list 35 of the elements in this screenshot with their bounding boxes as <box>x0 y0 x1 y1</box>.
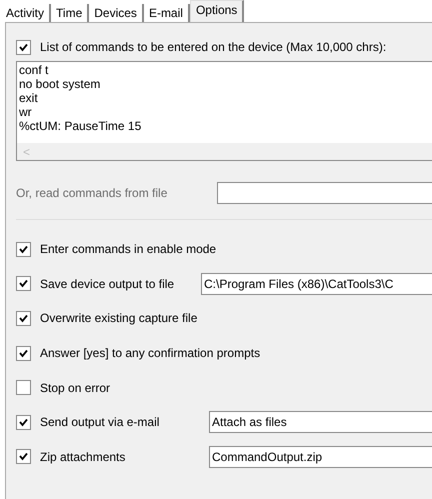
command-line: wr <box>19 105 33 119</box>
checkbox[interactable] <box>16 310 31 326</box>
checkbox[interactable] <box>16 346 31 361</box>
commands-text-area[interactable]: conf t no boot system exit wr %ctUM: PauseTime 15 < <box>16 61 432 161</box>
read-file-label: Or, read commands from file <box>16 186 168 200</box>
check-mark-icon <box>19 279 28 288</box>
option-label: Send output via e-mail <box>40 415 160 430</box>
option-label: Overwrite existing capture file <box>40 311 198 326</box>
option-field[interactable]: Attach as files <box>209 411 432 434</box>
command-line: no boot system <box>19 77 102 91</box>
check-mark-icon <box>19 244 28 254</box>
checkbox[interactable] <box>16 40 31 54</box>
option-label: Enter commands in enable mode <box>40 242 216 256</box>
option-label: Stop on error <box>40 380 110 395</box>
option-label: List of commands to be entered on the device (Max 10,000 chrs): <box>40 40 386 54</box>
option-field[interactable]: C:\Program Files (x86)\CatTools3\C <box>201 272 432 295</box>
file-path-field[interactable] <box>217 182 432 204</box>
checkbox[interactable] <box>16 414 31 430</box>
checkbox[interactable] <box>16 449 31 464</box>
command-line: conf t <box>19 63 50 77</box>
check-mark-icon <box>19 452 28 462</box>
check-mark-icon <box>19 314 28 323</box>
command-line: exit <box>19 91 39 105</box>
check-mark-icon <box>19 348 28 358</box>
checkbox[interactable] <box>16 276 31 292</box>
option-field[interactable]: CommandOutput.zip <box>209 446 432 468</box>
tab[interactable]: Options <box>190 0 244 22</box>
option-label: Save device output to file <box>40 276 176 291</box>
command-line: %ctUM: PauseTime 15 <box>19 119 142 133</box>
option-label: Answer [yes] to any confirmation prompts <box>40 346 260 360</box>
checkbox[interactable] <box>16 242 31 257</box>
check-mark-icon <box>19 42 28 52</box>
checkbox[interactable] <box>16 380 31 396</box>
option-label: Zip attachments <box>40 450 126 464</box>
check-mark-icon <box>19 418 28 427</box>
